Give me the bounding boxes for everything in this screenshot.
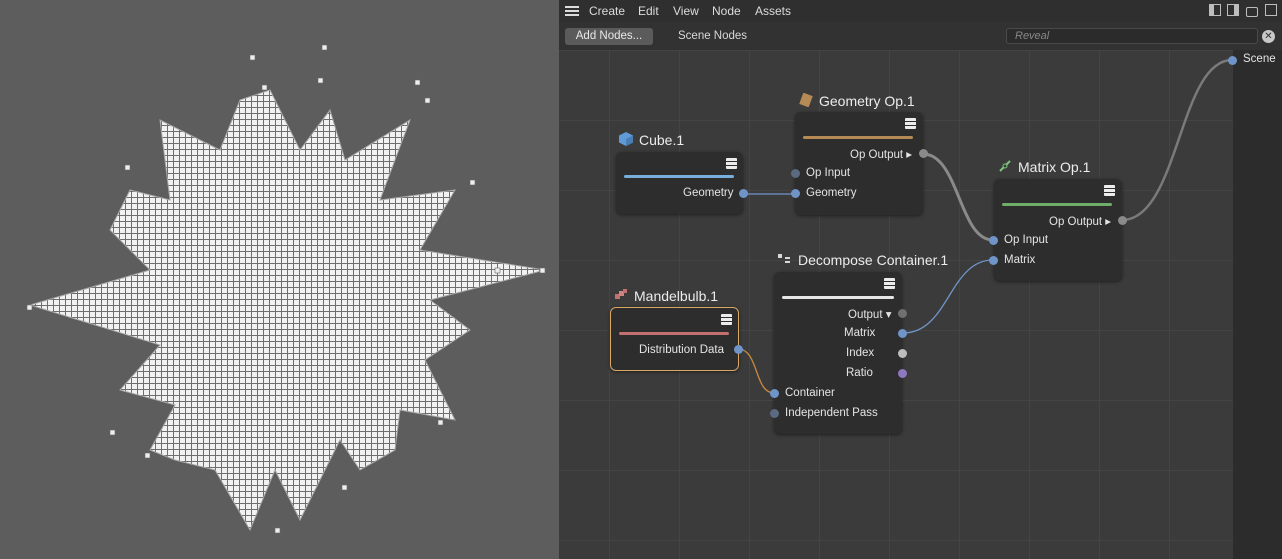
node-menu-icon[interactable] bbox=[1104, 185, 1115, 196]
matrix-op-node[interactable]: Op Output ▸ Op Input Matrix bbox=[994, 179, 1122, 281]
cube-geometry-port[interactable] bbox=[739, 189, 748, 198]
scene-label: Scene bbox=[1243, 53, 1276, 65]
viewport-3d[interactable] bbox=[0, 0, 559, 559]
geometry-op-input-port[interactable] bbox=[791, 169, 800, 178]
cube-icon bbox=[619, 132, 633, 146]
decompose-matrix-port[interactable] bbox=[898, 329, 907, 338]
decompose-index-label: Index bbox=[846, 347, 875, 359]
decompose-matrix-label: Matrix bbox=[844, 327, 876, 339]
matrix-op-color-bar bbox=[1002, 203, 1112, 206]
wire-decompose-to-matrix bbox=[902, 259, 994, 334]
geometry-op-output-label: Op Output ▸ bbox=[850, 149, 913, 161]
decompose-index-port[interactable] bbox=[898, 349, 907, 358]
decompose-output-port[interactable] bbox=[898, 309, 907, 318]
geometry-op-node-title: Geometry Op.1 bbox=[819, 93, 915, 109]
node-menu-icon[interactable] bbox=[884, 278, 895, 289]
matrix-op-output-port[interactable] bbox=[1118, 216, 1127, 225]
wire-geometryop-to-matrixop bbox=[922, 152, 994, 242]
node-menu-icon[interactable] bbox=[726, 158, 737, 169]
decompose-independent-pass-label: Independent Pass bbox=[785, 407, 878, 419]
geometry-op-geometry-port[interactable] bbox=[791, 189, 800, 198]
decompose-icon bbox=[778, 254, 790, 263]
wires-layer bbox=[737, 58, 1233, 394]
geometry-op-color-bar bbox=[803, 136, 913, 139]
decompose-container-label: Container bbox=[785, 387, 835, 399]
wire-mandelbulb-to-container bbox=[737, 348, 775, 394]
decompose-output-label: Output ▾ bbox=[848, 309, 892, 321]
wire-matrixop-to-scene bbox=[1121, 58, 1233, 222]
mandelbulb-render bbox=[26, 44, 546, 534]
geometry-op-node[interactable]: Op Output ▸ Op Input Geometry bbox=[795, 112, 923, 215]
mandelbulb-node-title: Mandelbulb.1 bbox=[634, 288, 719, 304]
cube-node-title: Cube.1 bbox=[639, 132, 685, 148]
node-menu-icon[interactable] bbox=[905, 118, 916, 129]
mandelbulb-color-bar bbox=[619, 332, 729, 335]
decompose-node[interactable]: Output ▾ Matrix Index Ratio Container In… bbox=[774, 272, 902, 434]
matrix-op-icon bbox=[999, 160, 1011, 172]
matrix-op-input-label: Op Input bbox=[1004, 234, 1049, 246]
decompose-container-port[interactable] bbox=[770, 389, 779, 398]
cube-geometry-output-label: Geometry bbox=[683, 187, 734, 199]
decompose-ratio-port[interactable] bbox=[898, 369, 907, 378]
geometry-op-icon bbox=[799, 93, 813, 107]
matrix-op-node-title: Matrix Op.1 bbox=[1018, 159, 1091, 175]
matrix-op-input-port[interactable] bbox=[989, 236, 998, 245]
node-editor: Create Edit View Node Assets Add Nodes..… bbox=[559, 0, 1282, 559]
decompose-independent-pass-port[interactable] bbox=[770, 409, 779, 418]
matrix-op-matrix-port[interactable] bbox=[989, 256, 998, 265]
node-menu-icon[interactable] bbox=[721, 314, 732, 325]
decompose-ratio-label: Ratio bbox=[846, 367, 873, 379]
geometry-op-input-label: Op Input bbox=[806, 167, 851, 179]
decompose-color-bar bbox=[782, 296, 894, 299]
mandelbulb-node[interactable]: Distribution Data bbox=[610, 307, 739, 371]
mandelbulb-icon bbox=[615, 289, 627, 299]
matrix-op-output-label: Op Output ▸ bbox=[1049, 216, 1112, 228]
cube-color-bar bbox=[624, 175, 734, 178]
geometry-op-geometry-label: Geometry bbox=[806, 187, 857, 199]
matrix-op-matrix-label: Matrix bbox=[1004, 254, 1036, 266]
decompose-node-title: Decompose Container.1 bbox=[798, 252, 949, 268]
cube-node[interactable]: Geometry bbox=[616, 152, 743, 214]
scene-input-port[interactable] bbox=[1228, 56, 1237, 65]
mandelbulb-distribution-port[interactable] bbox=[734, 345, 743, 354]
geometry-op-output-port[interactable] bbox=[919, 149, 928, 158]
mandelbulb-distribution-data-label: Distribution Data bbox=[639, 344, 725, 356]
